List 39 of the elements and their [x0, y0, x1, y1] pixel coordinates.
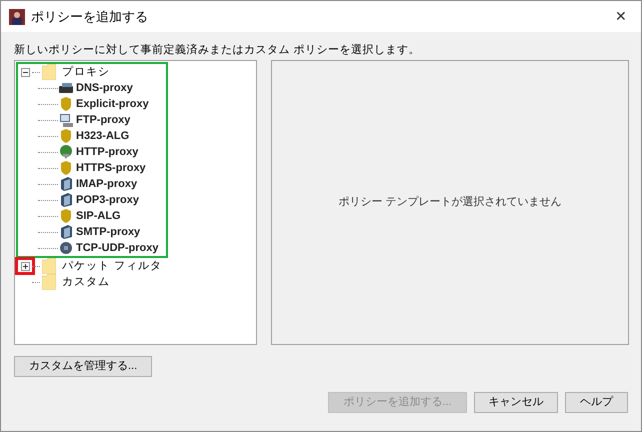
manage-custom-button[interactable]: カスタムを管理する... [14, 356, 152, 377]
shield-icon [58, 128, 74, 144]
tree-item[interactable]: HTTPS-proxy [76, 160, 146, 176]
computer-icon [58, 112, 74, 128]
folder-icon [42, 258, 56, 274]
app-icon [9, 8, 25, 24]
tree-item[interactable]: H323-ALG [76, 128, 130, 144]
empty-message: ポリシー テンプレートが選択されていません [338, 194, 562, 210]
mail-icon [58, 176, 74, 192]
shield-icon [58, 96, 74, 112]
plus-icon [22, 262, 28, 270]
drive-icon [58, 80, 74, 96]
tree-item[interactable]: プロキシ [62, 64, 110, 80]
tree-item[interactable]: POP3-proxy [76, 192, 139, 208]
tree-item[interactable]: FTP-proxy [76, 112, 130, 128]
tree-item[interactable]: Explicit-proxy [76, 96, 149, 112]
tree-item[interactable]: HTTP-proxy [76, 144, 138, 160]
shield-icon [58, 208, 74, 224]
tree-item[interactable]: TCP-UDP-proxy [76, 240, 159, 256]
dialog-button[interactable]: キャンセル [474, 392, 558, 413]
expand-toggle[interactable] [20, 262, 30, 270]
tree-item[interactable]: パケット フィルタ [62, 258, 162, 274]
tree-item[interactable]: カスタム [62, 274, 110, 290]
folder-icon [42, 64, 56, 80]
tree-item[interactable]: DNS-proxy [76, 80, 133, 96]
tree-item[interactable]: SMTP-proxy [76, 224, 140, 240]
dialog-button[interactable]: ヘルプ [565, 392, 628, 413]
globe-icon [58, 144, 74, 160]
mail-icon [58, 224, 74, 240]
ball-icon [58, 240, 74, 256]
tree-item[interactable]: IMAP-proxy [76, 176, 138, 192]
tree-item[interactable]: SIP-ALG [76, 208, 121, 224]
folder-icon [42, 274, 56, 290]
window-title: ポリシーを追加する [31, 8, 148, 26]
shield-icon [58, 160, 74, 176]
collapse-toggle[interactable] [20, 68, 30, 76]
instruction-text: 新しいポリシーに対して事前定義済みまたはカスタム ポリシーを選択します。 [14, 42, 422, 58]
close-button[interactable]: ✕ [601, 1, 641, 32]
mail-icon [58, 192, 74, 208]
